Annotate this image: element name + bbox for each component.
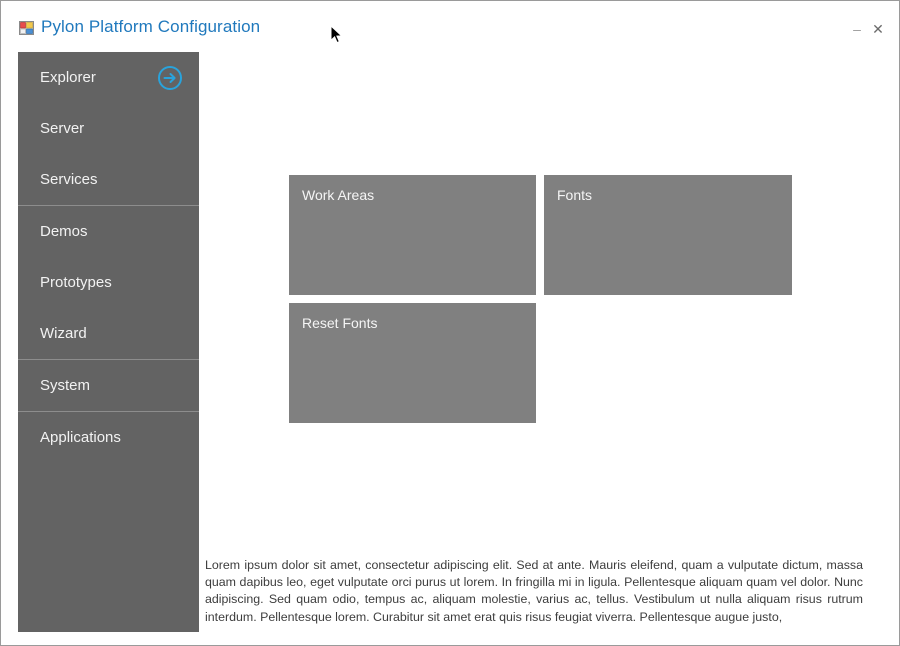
sidebar-item-services[interactable]: Services xyxy=(18,154,199,205)
application-window: Pylon Platform Configuration – ✕ Explore… xyxy=(0,0,900,646)
sidebar-group-1: Explorer Server Services xyxy=(18,52,199,206)
sidebar-item-demos[interactable]: Demos xyxy=(18,206,199,257)
title-bar[interactable]: Pylon Platform Configuration – ✕ xyxy=(1,1,899,55)
sidebar-item-label: Prototypes xyxy=(40,274,112,291)
content-area: Work Areas Fonts Reset Fonts Lorem ipsum… xyxy=(199,52,899,645)
sidebar-item-label: Services xyxy=(40,171,98,188)
tile-label: Reset Fonts xyxy=(302,315,378,331)
sidebar-item-label: Wizard xyxy=(40,325,87,342)
tile-label: Work Areas xyxy=(302,187,375,203)
sidebar-item-applications[interactable]: Applications xyxy=(18,412,199,463)
sidebar-item-wizard[interactable]: Wizard xyxy=(18,308,199,359)
sidebar-group-4: Applications xyxy=(18,412,199,463)
sidebar-item-system[interactable]: System xyxy=(18,360,199,411)
description-text: Lorem ipsum dolor sit amet, consectetur … xyxy=(205,558,863,624)
tile-work-areas[interactable]: Work Areas xyxy=(289,175,536,295)
sidebar-item-label: System xyxy=(40,377,91,394)
sidebar-item-label: Applications xyxy=(40,429,121,446)
tile-reset-fonts[interactable]: Reset Fonts xyxy=(289,303,536,423)
app-window-icon xyxy=(19,20,35,36)
minimize-icon[interactable]: – xyxy=(848,20,866,38)
arrow-right-circle-icon[interactable] xyxy=(157,65,183,91)
sidebar-item-label: Demos xyxy=(40,223,88,240)
sidebar-item-explorer[interactable]: Explorer xyxy=(18,52,199,103)
sidebar-item-server[interactable]: Server xyxy=(18,103,199,154)
sidebar-item-prototypes[interactable]: Prototypes xyxy=(18,257,199,308)
sidebar-group-2: Demos Prototypes Wizard xyxy=(18,206,199,360)
sidebar-item-label: Server xyxy=(40,120,85,137)
close-icon[interactable]: ✕ xyxy=(869,20,887,38)
sidebar-group-3: System xyxy=(18,360,199,412)
window-title: Pylon Platform Configuration xyxy=(41,17,261,36)
sidebar: Explorer Server Services Demos Prototype… xyxy=(18,52,199,632)
sidebar-item-label: Explorer xyxy=(40,69,96,86)
tile-fonts[interactable]: Fonts xyxy=(544,175,792,295)
tile-label: Fonts xyxy=(557,187,593,203)
